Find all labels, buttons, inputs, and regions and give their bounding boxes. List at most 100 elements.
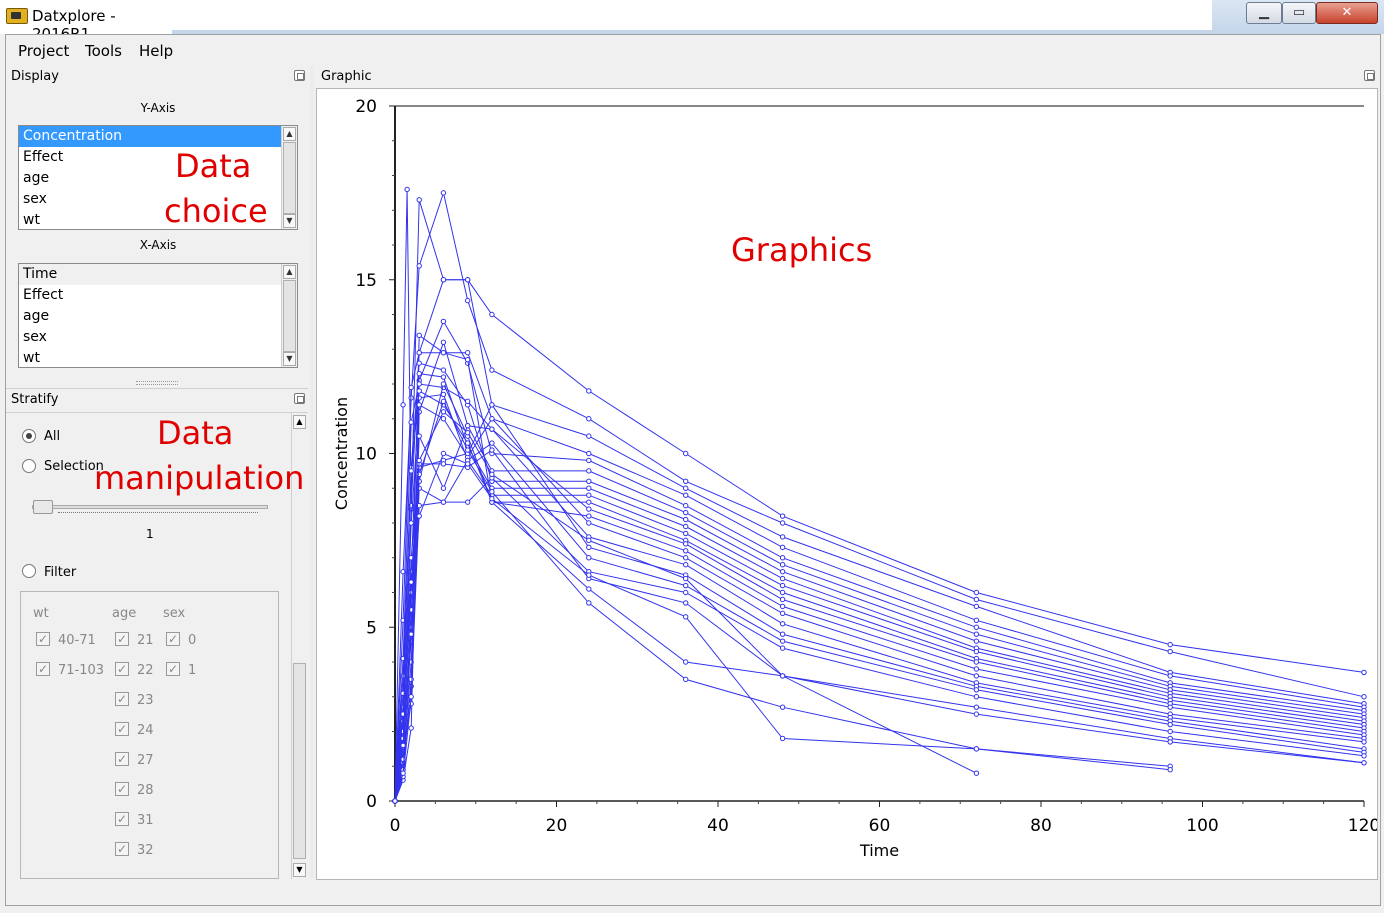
- radio-filter-label: Filter: [44, 565, 77, 580]
- data-point: [416, 370, 422, 377]
- filter-wt-label: 71-103: [58, 663, 105, 678]
- data-point: [464, 423, 471, 429]
- chart-axes: 0 20 40 60 80 100 120 0 5 10 15 20 Time Concentration: [332, 97, 1377, 860]
- radio-selection[interactable]: [22, 459, 36, 473]
- scroll-up-icon[interactable]: ▲: [283, 127, 296, 141]
- data-point: [683, 502, 689, 509]
- x-axis-option-age[interactable]: age: [19, 306, 297, 327]
- y-axis-option-effect[interactable]: Effect: [19, 147, 297, 168]
- y-axis-label: Y-Axis: [140, 101, 176, 115]
- maximize-button[interactable]: ▭: [1282, 2, 1316, 24]
- scroll-up-icon[interactable]: ▲: [293, 415, 306, 429]
- data-point: [586, 513, 592, 519]
- data-point: [973, 704, 980, 710]
- filter-age-checkbox[interactable]: ✓: [115, 662, 129, 676]
- x-tick-label: 20: [546, 816, 568, 836]
- scroll-up-icon[interactable]: ▲: [283, 265, 296, 279]
- x-axis-option-time[interactable]: Time: [19, 264, 281, 285]
- filter-sex-checkbox[interactable]: ✓: [166, 662, 180, 676]
- display-float-icon[interactable]: [294, 70, 305, 81]
- radio-all[interactable]: [22, 429, 36, 443]
- data-point: [973, 589, 980, 596]
- data-point: [440, 318, 447, 325]
- x-tick-label: 60: [869, 816, 891, 836]
- data-point: [973, 770, 980, 776]
- selection-slider-handle[interactable]: [33, 500, 53, 514]
- main-splitter[interactable]: [310, 66, 314, 878]
- x-axis-list[interactable]: Time Effect age sex wt ▲ ▼: [18, 263, 298, 368]
- data-point: [1167, 673, 1173, 679]
- menu-tools[interactable]: Tools: [85, 42, 122, 60]
- selection-slider-track[interactable]: [32, 505, 268, 509]
- filter-age-checkbox[interactable]: ✓: [115, 842, 129, 856]
- data-point: [1167, 641, 1173, 648]
- filter-age-label: 24: [137, 723, 154, 738]
- filter-age-checkbox[interactable]: ✓: [115, 752, 129, 766]
- annotation-data-choice-line2: choice: [164, 192, 268, 230]
- data-point: [779, 603, 786, 610]
- data-point: [489, 447, 495, 453]
- filter-age-checkbox[interactable]: ✓: [115, 812, 129, 826]
- title-area: Datxplore - 2016R1 -: [0, 0, 172, 43]
- filter-age-checkbox[interactable]: ✓: [115, 722, 129, 736]
- dock-divider: [6, 388, 308, 389]
- data-point: [586, 457, 592, 464]
- data-point: [973, 624, 980, 630]
- x-axis-option-sex[interactable]: sex: [19, 327, 297, 348]
- y-axis-option-age[interactable]: age: [19, 168, 297, 189]
- scroll-thumb[interactable]: [293, 663, 306, 859]
- data-point: [464, 499, 471, 505]
- data-point: [683, 478, 689, 484]
- radio-filter[interactable]: [22, 564, 36, 578]
- data-point: [586, 416, 592, 422]
- close-button[interactable]: ✕: [1316, 2, 1378, 24]
- data-point: [586, 388, 592, 394]
- data-point: [408, 384, 414, 391]
- display-dock-title: Display: [11, 69, 59, 84]
- filter-sex-checkbox[interactable]: ✓: [166, 632, 180, 646]
- data-point: [464, 356, 471, 363]
- scroll-thumb[interactable]: [283, 280, 296, 352]
- data-point: [464, 429, 471, 436]
- x-tick-label: 100: [1186, 816, 1218, 836]
- data-point: [416, 402, 422, 408]
- x-axis-option-effect[interactable]: Effect: [19, 285, 297, 306]
- data-point: [400, 402, 406, 408]
- data-point: [586, 492, 592, 498]
- filter-wt-checkbox[interactable]: ✓: [36, 662, 50, 676]
- filter-age-checkbox[interactable]: ✓: [115, 692, 129, 706]
- menu-project[interactable]: Project: [18, 42, 69, 60]
- graphic-float-icon[interactable]: [1364, 70, 1375, 81]
- x-axis-scrollbar[interactable]: ▲ ▼: [281, 264, 297, 367]
- concentration-time-chart[interactable]: 0 20 40 60 80 100 120 0 5 10 15 20 Time Concentration: [317, 89, 1377, 879]
- scroll-thumb[interactable]: [283, 142, 296, 214]
- y-axis-option-concentration[interactable]: Concentration: [19, 126, 281, 147]
- filter-age-checkbox[interactable]: ✓: [115, 782, 129, 796]
- filter-age-checkbox[interactable]: ✓: [115, 632, 129, 646]
- x-tick-label: 80: [1030, 816, 1052, 836]
- data-point: [683, 676, 689, 683]
- data-point: [973, 648, 980, 655]
- x-axis-option-wt[interactable]: wt: [19, 348, 297, 367]
- data-point: [440, 409, 447, 415]
- dock-splitter-handle[interactable]: [136, 381, 178, 385]
- data-point: [404, 186, 410, 193]
- menu-help[interactable]: Help: [139, 42, 173, 60]
- scroll-down-icon[interactable]: ▼: [293, 863, 306, 877]
- data-point: [973, 631, 980, 637]
- data-point: [408, 725, 414, 731]
- minimize-button[interactable]: ▁: [1246, 2, 1282, 24]
- stratify-float-icon[interactable]: [294, 393, 305, 404]
- x-axis-label: X-Axis: [139, 238, 177, 252]
- data-point: [489, 311, 495, 318]
- data-point: [683, 555, 689, 561]
- data-point: [416, 513, 422, 519]
- data-point: [464, 398, 471, 405]
- scroll-down-icon[interactable]: ▼: [283, 214, 296, 228]
- scroll-down-icon[interactable]: ▼: [283, 352, 296, 366]
- filter-sex-header: sex: [163, 606, 186, 621]
- y-axis-scrollbar[interactable]: ▲ ▼: [281, 126, 297, 229]
- filter-wt-checkbox[interactable]: ✓: [36, 632, 50, 646]
- data-point: [416, 263, 422, 269]
- x-tick-label: 120: [1348, 816, 1377, 836]
